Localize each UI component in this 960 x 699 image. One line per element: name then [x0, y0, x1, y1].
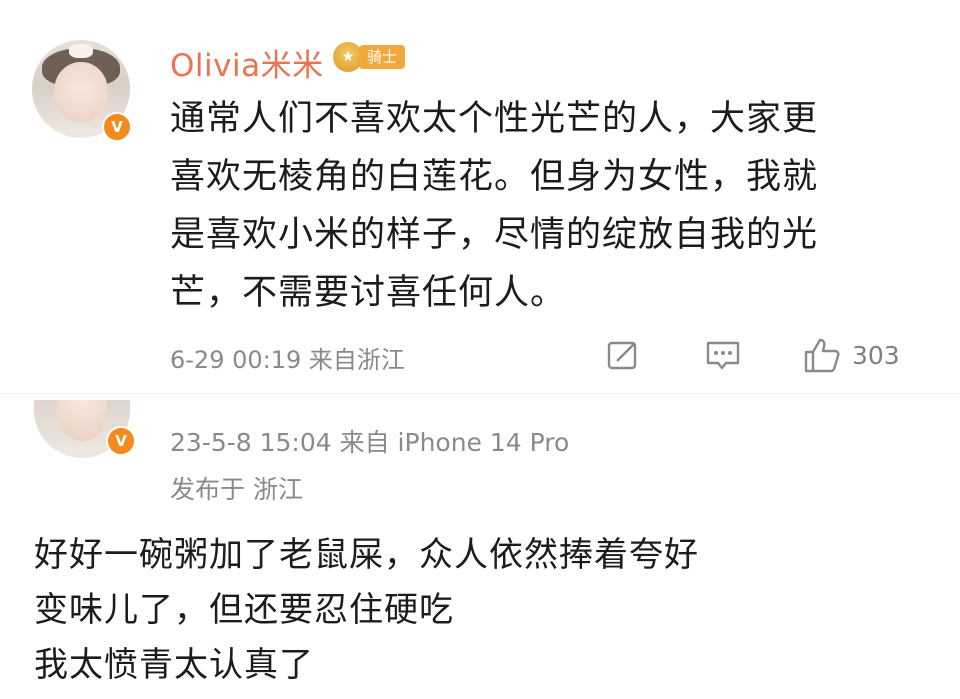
verified-badge-icon: V [102, 112, 132, 142]
post-line: 通常人们不喜欢太个性光芒的人，大家更 [170, 99, 819, 139]
post-line: 喜欢无棱角的白莲花。但身为女性，我就 [170, 157, 819, 197]
reply-body: 好好一碗粥加了老鼠屎，众人依然捧着夸好 变味儿了，但还要忍住硬吃 我太愤青太认真… [34, 528, 934, 693]
verified-badge-icon: V [106, 426, 136, 456]
medal-label: 骑士 [359, 45, 406, 69]
section-divider [0, 393, 960, 394]
user-medal-badge[interactable]: ★ 骑士 [333, 42, 415, 72]
reply-line: 我太愤青太认真了 [34, 645, 314, 685]
post-line: 是喜欢小米的样子，尽情的绽放自我的光 [170, 215, 819, 255]
reply-avatar-face [57, 400, 107, 441]
reply-line: 变味儿了，但还要忍住硬吃 [34, 590, 454, 630]
post-body: 通常人们不喜欢太个性光芒的人，大家更 喜欢无棱角的白莲花。但身为女性，我就 是喜… [170, 90, 910, 322]
post-line: 芒，不需要讨喜任何人。 [170, 273, 567, 313]
like-icon [804, 338, 840, 373]
reply-timestamp-device: 23-5-8 15:04 来自 iPhone 14 Pro [170, 428, 570, 457]
comment-icon [706, 341, 740, 370]
reply-line: 好好一碗粥加了老鼠屎，众人依然捧着夸好 [34, 535, 699, 575]
post-username[interactable]: Olivia米米 [170, 40, 324, 85]
like-button[interactable]: 303 [802, 336, 900, 374]
like-count: 303 [852, 340, 900, 370]
post-meta: 6-29 00:19 来自浙江 [170, 346, 405, 374]
comment-button[interactable] [704, 338, 742, 372]
reply-location: 发布于 浙江 [170, 475, 303, 504]
share-icon [607, 341, 637, 370]
share-button[interactable] [606, 338, 640, 372]
avatar-face [53, 61, 109, 123]
avatar-bow [69, 43, 93, 58]
